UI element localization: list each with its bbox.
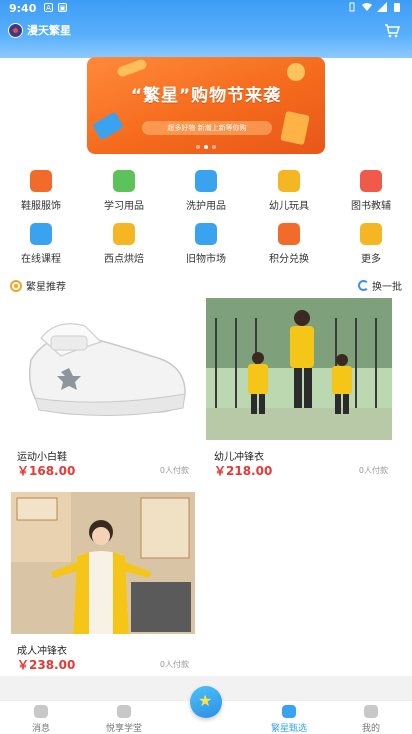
banner-subtitle: 超多好物 新潮上新等你购: [142, 121, 272, 135]
course-icon: [30, 223, 52, 245]
product-buyers: 0人付款: [358, 466, 388, 475]
app-title: 漫天繁星: [27, 24, 71, 37]
product-price: ￥168.00: [17, 464, 76, 478]
banner-pagination: [87, 145, 325, 149]
center-star-button[interactable]: [190, 686, 222, 718]
category-label: 更多: [361, 254, 381, 265]
category-label: 西点烘焙: [104, 254, 144, 265]
category-study-supplies[interactable]: 学习用品: [94, 170, 154, 212]
pagination-dot[interactable]: [212, 145, 216, 149]
product-name: 运动小白鞋: [17, 452, 67, 463]
product-image: [206, 298, 392, 440]
category-label: 鞋服服饰: [21, 201, 61, 212]
tab-learning-hall[interactable]: 悦享学堂: [94, 705, 154, 734]
category-books[interactable]: 图书教辅: [341, 170, 401, 212]
category-label: 旧物市场: [186, 254, 226, 265]
category-label: 积分兑换: [269, 254, 309, 265]
notification-icon: ▣: [58, 3, 67, 12]
category-label: 洗护用品: [186, 201, 226, 212]
section-header: 繁星推荐: [10, 278, 66, 293]
battery-icon: [394, 3, 400, 12]
product-card[interactable]: 幼儿冲锋衣 ￥218.00 0人付款: [206, 298, 392, 478]
header: 9:40 A ▣ 漫天繁星: [0, 0, 412, 58]
profile-icon: [364, 705, 378, 718]
status-bar: 9:40 A ▣: [0, 0, 412, 18]
tab-messages[interactable]: 消息: [11, 705, 71, 734]
store-icon: [195, 223, 217, 245]
star-icon: [278, 223, 300, 245]
adult-jacket-photo: [11, 492, 195, 634]
product-image: [11, 298, 195, 440]
product-price: ￥238.00: [17, 658, 76, 672]
banner-title: “繁星”购物节来袭: [130, 86, 282, 106]
vibrate-icon: [349, 2, 355, 12]
tab-label: 悦享学堂: [105, 724, 142, 734]
category-label: 图书教辅: [351, 201, 391, 212]
product-buyers: 0人付款: [159, 660, 189, 669]
tab-profile[interactable]: 我的: [341, 705, 401, 734]
refresh-label: 换一批: [372, 282, 402, 293]
category-bakery[interactable]: 西点烘焙: [94, 223, 154, 265]
refresh-button[interactable]: 换一批: [358, 278, 402, 293]
product-buyers: 0人付款: [159, 466, 189, 475]
banner-decoration: [92, 111, 124, 141]
recommend-icon: [10, 279, 22, 292]
message-icon: [34, 705, 48, 718]
tab-label: 繁星甄选: [270, 724, 307, 734]
bottle-icon: [195, 170, 217, 192]
product-name: 成人冲锋衣: [17, 646, 67, 657]
shopping-bag-icon: [282, 705, 296, 718]
product-price: ￥218.00: [214, 464, 273, 478]
kids-jacket-photo: [206, 298, 392, 440]
category-more[interactable]: 更多: [341, 223, 401, 265]
wifi-icon: [362, 3, 372, 11]
category-toys[interactable]: 幼儿玩具: [259, 170, 319, 212]
grid-icon: [360, 223, 382, 245]
promo-banner[interactable]: “繁星”购物节来袭 超多好物 新潮上新等你购: [87, 57, 325, 154]
refresh-icon: [358, 280, 369, 291]
tshirt-icon: [30, 170, 52, 192]
pagination-dot-active[interactable]: [204, 145, 208, 149]
shopping-cart-icon[interactable]: [384, 24, 400, 38]
app-logo: [8, 22, 23, 38]
category-online-courses[interactable]: 在线课程: [11, 223, 71, 265]
classroom-icon: [117, 705, 131, 718]
trophy-icon: [113, 170, 135, 192]
category-points-exchange[interactable]: 积分兑换: [259, 223, 319, 265]
toy-icon: [278, 170, 300, 192]
product-image: [11, 492, 195, 634]
tab-star-selection[interactable]: 繁星甄选: [259, 705, 319, 734]
book-icon: [360, 170, 382, 192]
shoe-illustration: [28, 323, 186, 417]
banner-decoration: [287, 63, 305, 81]
category-label: 幼儿玩具: [269, 201, 309, 212]
category-label: 学习用品: [104, 201, 144, 212]
category-clothing[interactable]: 鞋服服饰: [11, 170, 71, 212]
product-name: 幼儿冲锋衣: [214, 452, 264, 463]
pagination-dot[interactable]: [196, 145, 200, 149]
cake-icon: [113, 223, 135, 245]
banner-decoration: [116, 58, 148, 78]
product-card[interactable]: 成人冲锋衣 ￥238.00 0人付款: [11, 492, 195, 672]
app-bar: 漫天繁星: [8, 22, 71, 38]
signal-icon: [377, 2, 387, 12]
section-title: 繁星推荐: [26, 282, 66, 293]
product-card[interactable]: 运动小白鞋 ￥168.00 0人付款: [11, 298, 195, 478]
category-label: 在线课程: [21, 254, 61, 265]
notification-icon: A: [44, 3, 53, 12]
banner-decoration: [280, 110, 310, 146]
category-toiletries[interactable]: 洗护用品: [176, 170, 236, 212]
status-time: 9:40: [9, 2, 37, 15]
category-second-hand-market[interactable]: 旧物市场: [176, 223, 236, 265]
status-icons: [347, 2, 402, 12]
tab-label: 我的: [361, 724, 380, 734]
tab-label: 消息: [31, 724, 50, 734]
